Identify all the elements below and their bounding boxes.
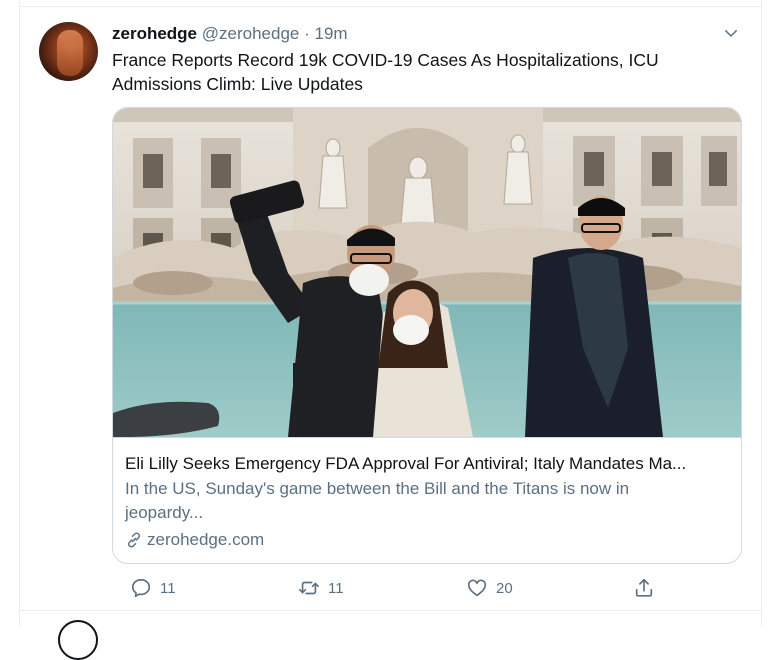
card-domain-text: zerohedge.com — [147, 530, 265, 549]
top-divider — [20, 6, 761, 7]
chevron-down-icon — [725, 30, 737, 37]
next-tweet-avatar[interactable] — [58, 620, 98, 660]
author-name[interactable]: zerohedge — [112, 24, 197, 43]
reply-button[interactable]: 11 — [130, 574, 176, 602]
card-description: In the US, Sunday's game between the Bil… — [125, 479, 630, 522]
author-handle[interactable]: @zerohedge — [202, 24, 300, 43]
reply-count: 11 — [160, 579, 176, 597]
author-avatar[interactable] — [39, 22, 98, 81]
bottom-divider — [20, 610, 761, 611]
tweet-menu-button[interactable] — [720, 22, 742, 44]
heart-icon — [467, 579, 487, 597]
card-domain[interactable]: zerohedge.com — [125, 528, 264, 552]
card-title[interactable]: Eli Lilly Seeks Emergency FDA Approval F… — [125, 452, 729, 476]
tweet-text: France Reports Record 19k COVID-19 Cases… — [112, 50, 659, 94]
share-icon — [635, 578, 653, 597]
retweet-button[interactable]: 11 — [298, 574, 344, 602]
timeline-column: zerohedge @zerohedge · 19m France Report… — [19, 0, 762, 660]
retweet-icon — [299, 581, 319, 595]
like-count: 20 — [496, 579, 513, 597]
tweet-actions: 11 11 20 — [112, 574, 752, 602]
reply-icon — [131, 578, 151, 598]
link-card[interactable]: Eli Lilly Seeks Emergency FDA Approval F… — [112, 107, 742, 564]
like-button[interactable]: 20 — [466, 574, 513, 602]
retweet-count: 11 — [328, 579, 344, 597]
share-button[interactable] — [633, 574, 655, 602]
tweet-header: zerohedge @zerohedge · 19m — [112, 23, 348, 45]
card-image[interactable] — [113, 108, 741, 438]
header-separator: · — [304, 24, 310, 43]
link-icon — [127, 532, 141, 548]
tweet-timestamp[interactable]: 19m — [315, 24, 348, 43]
